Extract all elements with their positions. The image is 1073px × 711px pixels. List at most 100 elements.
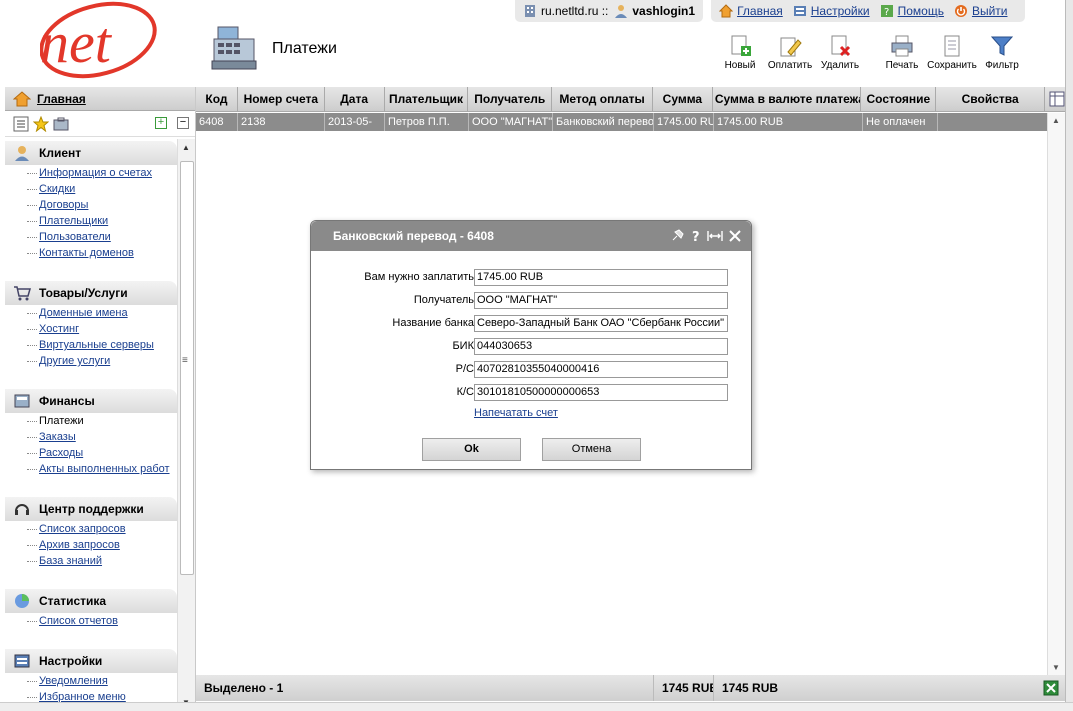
print-button[interactable]: Печать xyxy=(877,34,927,74)
settings-icon xyxy=(793,6,806,16)
sidebar-item-other-services[interactable]: Другие услуги xyxy=(5,353,177,369)
scroll-up-icon[interactable]: ▲ xyxy=(1052,116,1060,125)
dialog-title-bar[interactable]: Банковский перевод - 6408 ? xyxy=(311,221,751,251)
section-header-settings[interactable]: Настройки xyxy=(5,649,177,673)
collapse-all-icon[interactable]: − xyxy=(177,117,189,129)
account-info: ru.netltd.ru :: vashlogin1 xyxy=(515,0,704,22)
ks-label: К/С xyxy=(456,386,474,398)
excel-export-icon[interactable] xyxy=(1043,680,1059,696)
sidebar-item-requests[interactable]: Список запросов xyxy=(5,521,177,537)
new-button[interactable]: Новый xyxy=(715,34,765,74)
sidebar-item-hosting[interactable]: Хостинг xyxy=(5,321,177,337)
delete-button[interactable]: Удалить xyxy=(815,34,865,74)
close-icon[interactable] xyxy=(727,228,743,244)
help-icon[interactable]: ? xyxy=(689,228,705,244)
print-invoice-link[interactable]: Напечатать счет xyxy=(474,407,558,419)
sidebar-section-stats: Статистика Список отчетов xyxy=(5,589,177,629)
ok-button[interactable]: Ok xyxy=(422,438,521,461)
col-invoice[interactable]: Номер счета xyxy=(238,87,325,111)
section-header-goods[interactable]: Товары/Услуги xyxy=(5,281,177,305)
cancel-button[interactable]: Отмена xyxy=(542,438,641,461)
grid-header: Код Номер счета Дата Плательщик Получате… xyxy=(196,87,1065,112)
section-header-finance[interactable]: Финансы xyxy=(5,389,177,413)
sidebar-item-invoice-info[interactable]: Информация о счетах xyxy=(5,165,177,181)
top-link-home[interactable]: Главная xyxy=(719,4,783,18)
sidebar-item-acts[interactable]: Акты выполненных работ xyxy=(5,461,177,477)
col-sum-currency[interactable]: Сумма в валюте платежа xyxy=(713,87,862,111)
col-recipient[interactable]: Получатель xyxy=(468,87,553,111)
col-sum[interactable]: Сумма xyxy=(653,87,713,111)
help-icon: ? xyxy=(880,5,893,18)
sidebar-item-reports[interactable]: Список отчетов xyxy=(5,613,177,629)
top-links: Главная Настройки ? Помощь Выйти xyxy=(711,0,1026,22)
amount-field[interactable]: 1745.00 RUB xyxy=(474,269,728,286)
top-bar: ru.netltd.ru :: vashlogin1 Главная Настр… xyxy=(515,0,1033,22)
cash-register-icon xyxy=(211,26,257,70)
user-icon xyxy=(615,5,628,18)
sidebar-scrollbar[interactable]: ▲ ≡ ▼ xyxy=(177,139,195,711)
username: vashlogin1 xyxy=(632,4,696,18)
sidebar-item-vps[interactable]: Виртуальные серверы xyxy=(5,337,177,353)
scroll-down-icon[interactable]: ▼ xyxy=(1052,663,1060,672)
col-payer[interactable]: Плательщик xyxy=(385,87,469,111)
col-date[interactable]: Дата xyxy=(325,87,385,111)
footer-sum: 1745 RUB xyxy=(654,675,714,701)
sidebar-section-goods: Товары/Услуги Доменные имена Хостинг Вир… xyxy=(5,281,177,369)
page-title: Платежи xyxy=(272,40,337,57)
grid-footer: Выделено - 1 1745 RUB 1745 RUB xyxy=(196,675,1065,701)
bik-field[interactable]: 044030653 xyxy=(474,338,728,355)
sidebar-item-domain-contacts[interactable]: Контакты доменов xyxy=(5,245,177,261)
sidebar-item-knowledge-base[interactable]: База знаний xyxy=(5,553,177,569)
rs-field[interactable]: 40702810355040000416 xyxy=(474,361,728,378)
top-link-logout[interactable]: Выйти xyxy=(954,4,1007,18)
list-view-icon[interactable] xyxy=(13,116,29,132)
sidebar-item-orders[interactable]: Заказы xyxy=(5,429,177,445)
save-button[interactable]: Сохранить xyxy=(927,34,977,74)
sidebar-item-contracts[interactable]: Договоры xyxy=(5,197,177,213)
sidebar-item-payments[interactable]: Платежи xyxy=(5,413,177,429)
sidebar-scroll-thumb[interactable] xyxy=(180,161,194,575)
settings-window-icon xyxy=(14,654,30,668)
section-header-support[interactable]: Центр поддержки xyxy=(5,497,177,521)
selected-count: Выделено - 1 xyxy=(196,675,654,701)
pin-icon[interactable] xyxy=(669,228,685,244)
pay-button[interactable]: Оплатить xyxy=(765,34,815,74)
top-link-help[interactable]: ? Помощь xyxy=(880,4,944,18)
section-header-client[interactable]: Клиент xyxy=(5,141,177,165)
bank-name-field[interactable]: Северо-Западный Банк ОАО "Сбербанк Росси… xyxy=(474,315,728,332)
sidebar-item-expenses[interactable]: Расходы xyxy=(5,445,177,461)
filter-funnel-icon xyxy=(990,36,1014,56)
sidebar-item-users[interactable]: Пользователи xyxy=(5,229,177,245)
table-row[interactable]: 6408 2138 2013-05- Петров П.П. ООО "МАГН… xyxy=(196,113,1047,131)
sidebar-item-discounts[interactable]: Скидки xyxy=(5,181,177,197)
expand-all-icon[interactable]: + xyxy=(155,117,167,129)
sidebar-item-request-archive[interactable]: Архив запросов xyxy=(5,537,177,553)
bik-label: БИК xyxy=(452,340,474,352)
grid-scrollbar[interactable]: ▲ ▼ xyxy=(1047,113,1065,675)
field-row-ks: К/С 30101810500000000653 xyxy=(311,384,753,402)
recipient-field[interactable]: ООО "МАГНАТ" xyxy=(474,292,728,309)
col-status[interactable]: Состояние xyxy=(861,87,937,111)
sidebar-section-finance: Финансы Платежи Заказы Расходы Акты выпо… xyxy=(5,389,177,477)
top-link-settings[interactable]: Настройки xyxy=(793,4,870,18)
sidebar-item-notifications[interactable]: Уведомления xyxy=(5,673,177,689)
section-header-stats[interactable]: Статистика xyxy=(5,589,177,613)
maximize-icon[interactable] xyxy=(707,228,723,244)
sidebar-home[interactable]: Главная xyxy=(5,87,195,111)
net-logo[interactable]: net xyxy=(40,0,160,80)
sidebar-item-payers[interactable]: Плательщики xyxy=(5,213,177,229)
field-row-bank: Название банка Северо-Западный Банк ОАО … xyxy=(311,315,753,333)
filter-button[interactable]: Фильтр xyxy=(977,34,1027,74)
star-icon[interactable] xyxy=(33,115,49,132)
scroll-up-icon[interactable]: ▲ xyxy=(182,143,190,152)
col-method[interactable]: Метод оплаты xyxy=(552,87,653,111)
building-icon xyxy=(525,5,535,17)
column-settings-icon[interactable] xyxy=(1049,91,1065,107)
briefcase-icon[interactable] xyxy=(53,116,69,132)
toolbar: Новый Оплатить Удалить Печать Сохранить … xyxy=(715,34,1027,74)
col-code[interactable]: Код xyxy=(196,87,238,111)
col-properties[interactable]: Свойства xyxy=(936,87,1046,111)
headset-icon xyxy=(15,504,29,515)
ks-field[interactable]: 30101810500000000653 xyxy=(474,384,728,401)
sidebar-item-domains[interactable]: Доменные имена xyxy=(5,305,177,321)
